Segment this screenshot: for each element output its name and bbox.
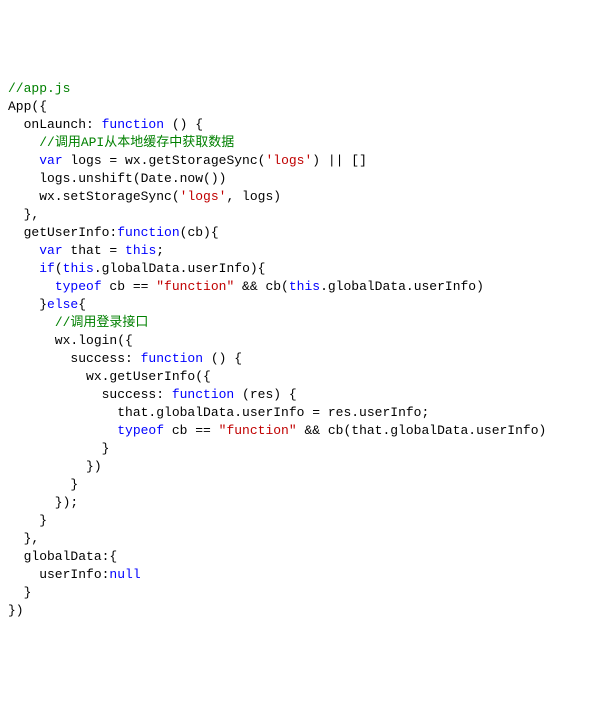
code-line: }) [8,458,597,476]
code-token-keyword: function [117,225,179,240]
code-token-identifier: logs.unshift(Date.now()) [8,171,226,186]
code-token-keyword: else [47,297,78,312]
code-token-identifier: { [78,297,86,312]
code-token-identifier: ( [55,261,63,276]
code-line: //调用登录接口 [8,314,597,332]
code-token-string: 'logs' [180,189,227,204]
code-token-identifier: } [8,297,47,312]
code-token-string: "function" [156,279,234,294]
code-token-identifier: success: [8,387,172,402]
code-token-identifier: userInfo: [8,567,109,582]
code-token-identifier [8,243,39,258]
code-token-identifier: logs = wx.getStorageSync( [63,153,266,168]
code-token-identifier: wx.setStorageSync( [8,189,180,204]
code-token-keyword: this [63,261,94,276]
code-token-identifier: wx.login({ [8,333,133,348]
code-token-identifier: ; [156,243,164,258]
code-block: //app.js App({ onLaunch: function () { //… [8,80,597,620]
code-token-identifier: }) [8,459,102,474]
code-token-identifier: onLaunch: [8,117,102,132]
code-token-identifier: }, [8,531,39,546]
code-token-identifier: } [8,441,109,456]
code-line: that.globalData.userInfo = res.userInfo; [8,404,597,422]
code-line: var logs = wx.getStorageSync('logs') || … [8,152,597,170]
code-token-keyword: this [125,243,156,258]
code-line: if(this.globalData.userInfo){ [8,260,597,278]
code-line: typeof cb == "function" && cb(that.globa… [8,422,597,440]
code-token-keyword: typeof [55,279,102,294]
code-token-identifier: } [8,477,78,492]
code-token-keyword: function [141,351,203,366]
code-token-comment: //app.js [8,81,70,96]
code-token-identifier: && cb(that.globalData.userInfo) [297,423,547,438]
code-token-identifier: () { [164,117,203,132]
code-token-identifier: .globalData.userInfo) [320,279,484,294]
code-token-string: 'logs' [265,153,312,168]
code-token-identifier: getUserInfo: [8,225,117,240]
code-line: globalData:{ [8,548,597,566]
code-token-identifier: wx.getUserInfo({ [8,369,211,384]
code-token-identifier: that.globalData.userInfo = res.userInfo; [8,405,429,420]
code-token-identifier: () { [203,351,242,366]
code-line: success: function (res) { [8,386,597,404]
code-token-keyword: typeof [117,423,164,438]
code-token-keyword: var [39,153,62,168]
code-token-identifier: cb == [102,279,157,294]
code-line: success: function () { [8,350,597,368]
code-line: typeof cb == "function" && cb(this.globa… [8,278,597,296]
code-token-identifier: .globalData.userInfo){ [94,261,266,276]
code-line: }else{ [8,296,597,314]
code-line: var that = this; [8,242,597,260]
code-token-identifier [8,135,39,150]
code-token-identifier: } [8,585,31,600]
code-line: //调用API从本地缓存中获取数据 [8,134,597,152]
code-token-identifier: that = [63,243,125,258]
code-token-identifier [8,279,55,294]
code-token-identifier: cb == [164,423,219,438]
code-token-identifier: }, [8,207,39,222]
code-line: userInfo:null [8,566,597,584]
code-token-keyword: function [102,117,164,132]
code-token-identifier [8,261,39,276]
code-line: } [8,512,597,530]
code-line: }, [8,206,597,224]
code-token-identifier: ) || [] [312,153,367,168]
code-token-identifier: App({ [8,99,47,114]
code-line: wx.setStorageSync('logs', logs) [8,188,597,206]
code-token-identifier: && cb( [234,279,289,294]
code-line: //app.js [8,80,597,98]
code-line: } [8,476,597,494]
code-line: logs.unshift(Date.now()) [8,170,597,188]
code-line: } [8,584,597,602]
code-line: }, [8,530,597,548]
code-token-identifier: success: [8,351,141,366]
code-token-literal: null [109,567,140,582]
code-line: App({ [8,98,597,116]
code-line: getUserInfo:function(cb){ [8,224,597,242]
code-token-comment: //调用API从本地缓存中获取数据 [39,135,234,150]
code-token-string: "function" [219,423,297,438]
code-token-identifier [8,423,117,438]
code-token-identifier: globalData:{ [8,549,117,564]
code-line: onLaunch: function () { [8,116,597,134]
code-line: wx.getUserInfo({ [8,368,597,386]
code-line: }); [8,494,597,512]
code-line: wx.login({ [8,332,597,350]
code-token-identifier: } [8,513,47,528]
code-token-comment: //调用登录接口 [55,315,149,330]
code-token-identifier: }) [8,603,24,618]
code-token-identifier [8,153,39,168]
code-token-identifier: (cb){ [180,225,219,240]
code-token-identifier [8,315,55,330]
code-token-keyword: function [172,387,234,402]
code-line: }) [8,602,597,620]
code-token-keyword: var [39,243,62,258]
code-token-identifier: }); [8,495,78,510]
code-token-keyword: this [289,279,320,294]
code-token-identifier: (res) { [234,387,296,402]
code-token-keyword: if [39,261,55,276]
code-token-identifier: , logs) [226,189,281,204]
code-line: } [8,440,597,458]
